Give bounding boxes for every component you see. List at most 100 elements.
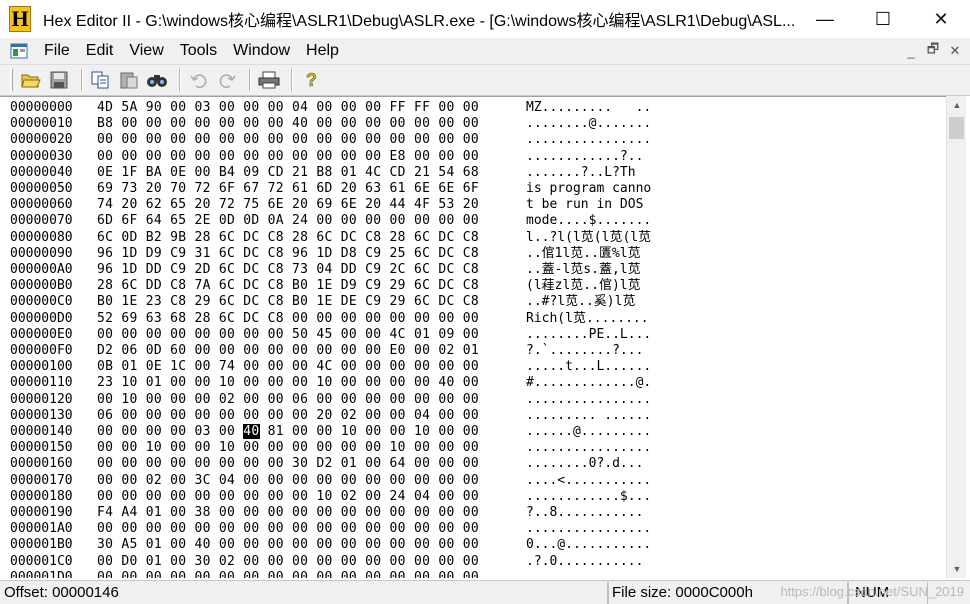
row-ascii[interactable]: ............$... [526, 489, 686, 505]
row-ascii[interactable]: .......?..L?Th [526, 165, 686, 181]
hex-bytes-before-caret[interactable]: 00 00 00 00 03 00 [97, 424, 243, 439]
row-ascii[interactable]: ................ [526, 521, 686, 537]
row-ascii[interactable]: mode....$....... [526, 213, 686, 229]
row-hex-bytes[interactable]: 4D 5A 90 00 03 00 00 00 04 00 00 00 FF F… [97, 100, 517, 116]
hex-bytes-after-caret[interactable]: 81 00 00 10 00 00 10 00 00 [260, 424, 479, 439]
row-ascii[interactable]: 0...@........... [526, 537, 686, 553]
maximize-button[interactable]: ☐ [854, 0, 912, 38]
scroll-down-arrow-icon[interactable]: ▼ [947, 560, 967, 578]
redo-icon[interactable] [215, 68, 239, 92]
row-offset: 00000140 [10, 424, 73, 439]
row-ascii[interactable]: ........@....... [526, 116, 686, 132]
row-hex-bytes[interactable]: 00 00 00 00 00 00 00 00 00 00 00 00 00 0… [97, 521, 517, 537]
menu-tools[interactable]: Tools [172, 38, 225, 64]
row-hex-bytes[interactable]: 28 6C DD C8 7A 6C DC C8 B0 1E D9 C9 29 6… [97, 278, 517, 294]
row-hex-bytes[interactable]: 00 00 00 00 00 00 00 00 00 00 00 00 00 0… [97, 132, 517, 148]
row-hex-bytes[interactable]: 74 20 62 65 20 72 75 6E 20 69 6E 20 44 4… [97, 197, 517, 213]
find-icon[interactable] [145, 68, 169, 92]
row-hex-bytes[interactable]: 69 73 20 70 72 6F 67 72 61 6D 20 63 61 6… [97, 181, 517, 197]
row-ascii[interactable]: ................ [526, 392, 686, 408]
menu-window[interactable]: Window [225, 38, 298, 64]
row-ascii[interactable]: ......... ...... [526, 408, 686, 424]
row-ascii[interactable]: ..蓋-l苋s.蓋,l苋 [526, 262, 686, 278]
row-ascii[interactable]: t be run in DOS [526, 197, 686, 213]
row-hex-bytes[interactable]: 96 1D DD C9 2D 6C DC C8 73 04 DD C9 2C 6… [97, 262, 517, 278]
document-window-controls: _ 🗗 ✕ [900, 38, 966, 64]
menu-edit[interactable]: Edit [78, 38, 122, 64]
row-ascii[interactable]: ................ [526, 132, 686, 148]
row-ascii[interactable]: MZ......... .. [526, 100, 686, 116]
row-hex-bytes[interactable]: B0 1E 23 C8 29 6C DC C8 B0 1E DE C9 29 6… [97, 294, 517, 310]
row-hex-bytes[interactable]: 00 00 02 00 3C 04 00 00 00 00 00 00 00 0… [97, 473, 517, 489]
undo-icon[interactable] [187, 68, 211, 92]
print-icon[interactable] [257, 68, 281, 92]
vertical-scrollbar[interactable]: ▲ ▼ [946, 96, 966, 578]
copy-icon[interactable] [89, 68, 113, 92]
row-ascii[interactable]: (l蓕zl苋..倌)l苋 [526, 278, 686, 294]
row-hex-bytes[interactable]: 00 00 00 00 00 00 00 00 00 00 00 00 E8 0… [97, 149, 517, 165]
doc-close-button[interactable]: ✕ [944, 42, 966, 60]
toolbar-grip[interactable] [10, 69, 13, 91]
row-hex-bytes[interactable]: 06 00 00 00 00 00 00 00 00 20 02 00 00 0… [97, 408, 517, 424]
row-hex-bytes[interactable]: 00 D0 01 00 30 02 00 00 00 00 00 00 00 0… [97, 554, 517, 570]
close-button[interactable]: ✕ [912, 0, 970, 38]
row-hex-bytes[interactable]: 30 A5 01 00 40 00 00 00 00 00 00 00 00 0… [97, 537, 517, 553]
document-icon[interactable] [8, 42, 30, 60]
minimize-button[interactable]: — [796, 0, 854, 38]
row-offset: 00000050 [10, 181, 73, 196]
row-ascii[interactable]: ..#?l苋..奚)l苋 [526, 294, 686, 310]
row-hex-bytes[interactable]: 0B 01 0E 1C 00 74 00 00 00 4C 00 00 00 0… [97, 359, 517, 375]
row-offset: 00000040 [10, 164, 73, 180]
row-hex-bytes[interactable]: 23 10 01 00 00 10 00 00 00 10 00 00 00 0… [97, 375, 517, 391]
row-hex-bytes[interactable]: D2 06 0D 60 00 00 00 00 00 00 00 00 E0 0… [97, 343, 517, 359]
save-icon[interactable] [47, 68, 71, 92]
row-offset: 000000B0 [10, 278, 73, 294]
row-offset: 00000170 [10, 472, 73, 488]
row-hex-bytes[interactable]: 00 00 00 00 03 00 40 81 00 00 10 00 00 1… [97, 424, 517, 440]
doc-restore-button[interactable]: 🗗 [922, 41, 944, 60]
row-ascii[interactable]: ........0?.d... [526, 456, 686, 472]
menu-view[interactable]: View [121, 38, 171, 64]
row-ascii[interactable]: .?.0........... [526, 554, 686, 570]
row-ascii[interactable]: ?.`........?... [526, 343, 686, 359]
menu-help[interactable]: Help [298, 38, 347, 64]
row-ascii[interactable]: #.............@. [526, 375, 686, 391]
row-hex-bytes[interactable]: 52 69 63 68 28 6C DC C8 00 00 00 00 00 0… [97, 311, 517, 327]
row-hex-bytes[interactable]: 0E 1F BA 0E 00 B4 09 CD 21 B8 01 4C CD 2… [97, 165, 517, 181]
row-ascii[interactable]: ................ [526, 440, 686, 456]
row-hex-bytes[interactable]: B8 00 00 00 00 00 00 00 40 00 00 00 00 0… [97, 116, 517, 132]
row-hex-bytes[interactable]: 96 1D D9 C9 31 6C DC C8 96 1D D8 C9 25 6… [97, 246, 517, 262]
row-hex-bytes[interactable]: 00 00 00 00 00 00 00 00 30 D2 01 00 64 0… [97, 456, 517, 472]
scroll-up-arrow-icon[interactable]: ▲ [947, 96, 967, 114]
row-ascii[interactable]: ......@......... [526, 424, 686, 440]
row-offset: 00000090 [10, 245, 73, 261]
row-hex-bytes[interactable]: 00 00 00 00 00 00 00 00 50 45 00 00 4C 0… [97, 327, 517, 343]
row-ascii[interactable]: ........PE..L... [526, 327, 686, 343]
row-ascii[interactable]: l..?l(l苋(l苋(l苋 [526, 230, 686, 246]
row-ascii[interactable]: ................ [526, 570, 686, 578]
scroll-thumb[interactable] [949, 117, 964, 139]
cursor-byte[interactable]: 40 [243, 424, 260, 439]
row-hex-bytes[interactable]: 00 00 00 00 00 00 00 00 00 10 02 00 24 0… [97, 489, 517, 505]
row-offset: 00000150 [10, 440, 73, 456]
row-hex-bytes[interactable]: F4 A4 01 00 38 00 00 00 00 00 00 00 00 0… [97, 505, 517, 521]
menu-file[interactable]: File [36, 38, 78, 64]
row-ascii[interactable]: Rich(l苋........ [526, 311, 686, 327]
row-ascii[interactable]: ..倌1l苋..匱%l苋 [526, 246, 686, 262]
row-ascii[interactable]: ....<........... [526, 473, 686, 489]
row-hex-bytes[interactable]: 00 00 10 00 00 10 00 00 00 00 00 00 10 0… [97, 440, 517, 456]
doc-minimize-button[interactable]: _ [900, 42, 922, 60]
row-hex-bytes[interactable]: 6C 0D B2 9B 28 6C DC C8 28 6C DC C8 28 6… [97, 230, 517, 246]
help-icon[interactable]: ? [299, 68, 323, 92]
paste-icon[interactable] [117, 68, 141, 92]
open-icon[interactable] [19, 68, 43, 92]
row-ascii[interactable]: ............?.. [526, 149, 686, 165]
row-hex-bytes[interactable]: 00 10 00 00 00 02 00 00 06 00 00 00 00 0… [97, 392, 517, 408]
hex-view[interactable]: 00000000 4D 5A 90 00 03 00 00 00 04 00 00… [0, 96, 946, 578]
row-ascii[interactable]: .....t...L...... [526, 359, 686, 375]
row-ascii[interactable]: is program canno [526, 181, 686, 197]
row-offset: 000000A0 [10, 262, 73, 277]
row-hex-bytes[interactable]: 6D 6F 64 65 2E 0D 0D 0A 24 00 00 00 00 0… [97, 213, 517, 229]
row-hex-bytes[interactable]: 00 00 00 00 00 00 00 00 00 00 00 00 00 0… [97, 570, 517, 578]
row-ascii[interactable]: ?..8........... [526, 505, 686, 521]
